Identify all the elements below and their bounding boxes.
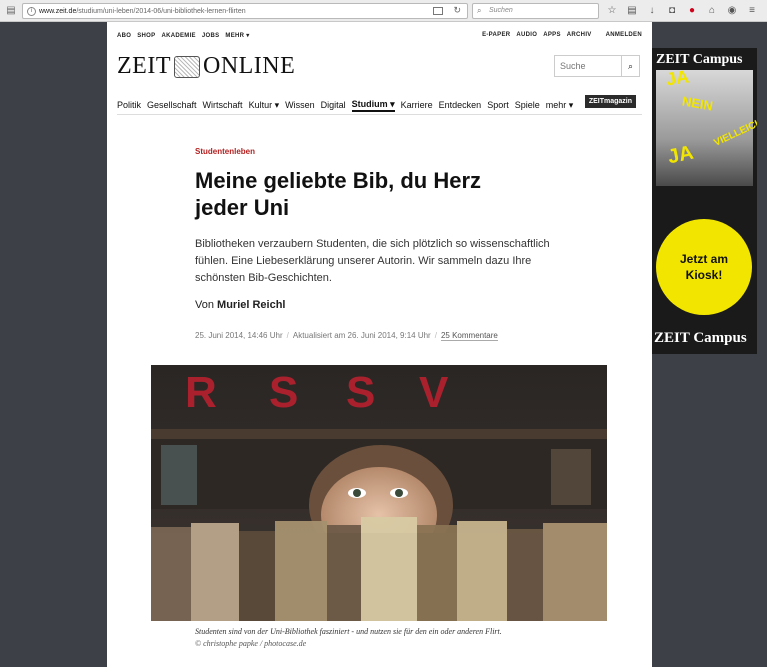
- photo-letter-4: V: [419, 368, 449, 417]
- service-nav-right: E-PAPER AUDIO APPS ARCHIV ANMELDEN: [482, 32, 642, 38]
- url-bar[interactable]: i www.zeit.de /studium/uni-leben/2014-06…: [22, 3, 468, 19]
- photo-letter-1: R: [185, 368, 217, 417]
- library-photo-svg: R S S V: [151, 365, 607, 621]
- nav-abo[interactable]: ABO: [117, 33, 131, 39]
- nav-apps[interactable]: APPS: [543, 32, 561, 38]
- nav-mehr[interactable]: MEHR ▾: [225, 33, 249, 39]
- photo-caption: Studenten sind von der Uni-Bibliothek fa…: [195, 626, 595, 650]
- zeit-campus-ad[interactable]: ZEIT Campus JA NEIN VIELLEICHT JA Jetzt …: [652, 48, 757, 354]
- nav-digital[interactable]: Digital: [321, 100, 346, 110]
- url-host: www.zeit.de: [39, 7, 77, 15]
- sidebar-icon[interactable]: ▤: [4, 4, 18, 18]
- site-search-input[interactable]: [555, 56, 621, 76]
- browser-search-field[interactable]: ⌕ Suchen: [472, 3, 599, 19]
- comments-link[interactable]: 25 Kommentare: [440, 331, 498, 341]
- nav-politik[interactable]: Politik: [117, 100, 141, 110]
- browser-search-placeholder: Suchen: [489, 7, 513, 14]
- site-search: ⌕: [554, 55, 640, 77]
- zeit-online-logo[interactable]: ZEIT ONLINE: [117, 53, 295, 80]
- addon-icon[interactable]: ◉: [725, 3, 739, 18]
- photo-credit: © christophe papke / photocase.de: [195, 639, 307, 648]
- nav-wissen[interactable]: Wissen: [285, 100, 315, 110]
- caption-text: Studenten sind von der Uni-Bibliothek fa…: [195, 627, 502, 636]
- search-icon: ⌕: [477, 6, 482, 15]
- nav-karriere[interactable]: Karriere: [401, 100, 433, 110]
- zeitmagazin-button[interactable]: ZEITmagazin: [584, 95, 636, 108]
- info-icon[interactable]: i: [27, 7, 36, 16]
- byline-prefix: Von: [195, 299, 214, 311]
- nav-jobs[interactable]: JOBS: [202, 33, 220, 39]
- nav-epaper[interactable]: E-PAPER: [482, 32, 510, 38]
- bookmark-star-icon[interactable]: ☆: [605, 3, 619, 18]
- article-summary: Bibliotheken verzaubern Studenten, die s…: [195, 238, 550, 284]
- nav-audio[interactable]: AUDIO: [516, 32, 537, 38]
- byline: Von Muriel Reichl: [195, 299, 286, 311]
- browser-toolbar: ▤ i www.zeit.de /studium/uni-leben/2014-…: [0, 0, 767, 22]
- ad-cta-text: Jetzt am Kiosk!: [679, 252, 729, 282]
- nav-akademie[interactable]: AKADEMIE: [161, 33, 195, 39]
- photo-letter-3: S: [346, 368, 375, 417]
- home-icon[interactable]: ⌂: [705, 3, 719, 18]
- zeit-page: ABO SHOP AKADEMIE JOBS MEHR ▾ E-PAPER AUDIO AP…: [107, 22, 652, 667]
- nav-sport[interactable]: Sport: [487, 100, 509, 110]
- service-nav-left: ABO SHOP AKADEMIE JOBS MEHR ▾: [117, 32, 256, 39]
- eagle-crest-icon: [173, 55, 200, 78]
- main-nav: Politik Gesellschaft Wirtschaft Kultur ▾…: [117, 95, 642, 113]
- login-link[interactable]: ANMELDEN: [606, 32, 642, 38]
- ad-scribble-1: JA: [664, 66, 691, 90]
- nav-mehr-main[interactable]: mehr ▾: [546, 100, 574, 111]
- article-kicker[interactable]: Studentenleben: [195, 147, 255, 156]
- nav-shop[interactable]: SHOP: [137, 33, 155, 39]
- nav-wirtschaft[interactable]: Wirtschaft: [203, 100, 243, 110]
- ad-brand-bottom: ZEIT Campus: [654, 330, 747, 346]
- update-date: Aktualisiert am 26. Juni 2014, 9:14 Uhr: [292, 331, 431, 340]
- reader-view-icon[interactable]: [433, 7, 443, 15]
- url-path: /studium/uni-leben/2014-06/uni-bibliothe…: [76, 7, 246, 15]
- nav-kultur[interactable]: Kultur ▾: [249, 100, 280, 111]
- nav-studium[interactable]: Studium ▾: [351, 99, 395, 112]
- menu-icon[interactable]: ≡: [745, 3, 759, 18]
- photo-letter-2: S: [269, 368, 298, 417]
- nav-divider: [117, 114, 642, 115]
- nav-entdecken[interactable]: Entdecken: [439, 100, 482, 110]
- pocket-icon[interactable]: ◘: [665, 3, 679, 18]
- search-icon[interactable]: ⌕: [621, 56, 639, 76]
- reload-icon[interactable]: ↻: [453, 5, 461, 16]
- nav-archiv[interactable]: ARCHIV: [567, 32, 592, 38]
- adblock-icon[interactable]: ●: [685, 3, 699, 18]
- article-meta: 25. Juni 2014, 14:46 Uhr / Aktualisiert am…: [195, 331, 498, 341]
- article-photo: R S S V: [151, 365, 607, 621]
- publish-date: 25. Juni 2014, 14:46 Uhr: [195, 331, 283, 340]
- ad-brand-top: ZEIT Campus: [656, 52, 743, 67]
- nav-spiele[interactable]: Spiele: [515, 100, 540, 110]
- logo-zeit: ZEIT: [117, 53, 171, 79]
- ad-cta-circle: Jetzt am Kiosk!: [656, 219, 752, 315]
- nav-gesellschaft[interactable]: Gesellschaft: [147, 100, 197, 110]
- author-name[interactable]: Muriel Reichl: [217, 299, 285, 311]
- bookmarks-list-icon[interactable]: ▤: [625, 3, 639, 18]
- article-headline: Meine geliebte Bib, du Herz jeder Uni: [195, 168, 482, 220]
- download-icon[interactable]: ↓: [645, 3, 659, 18]
- logo-online: ONLINE: [202, 53, 296, 79]
